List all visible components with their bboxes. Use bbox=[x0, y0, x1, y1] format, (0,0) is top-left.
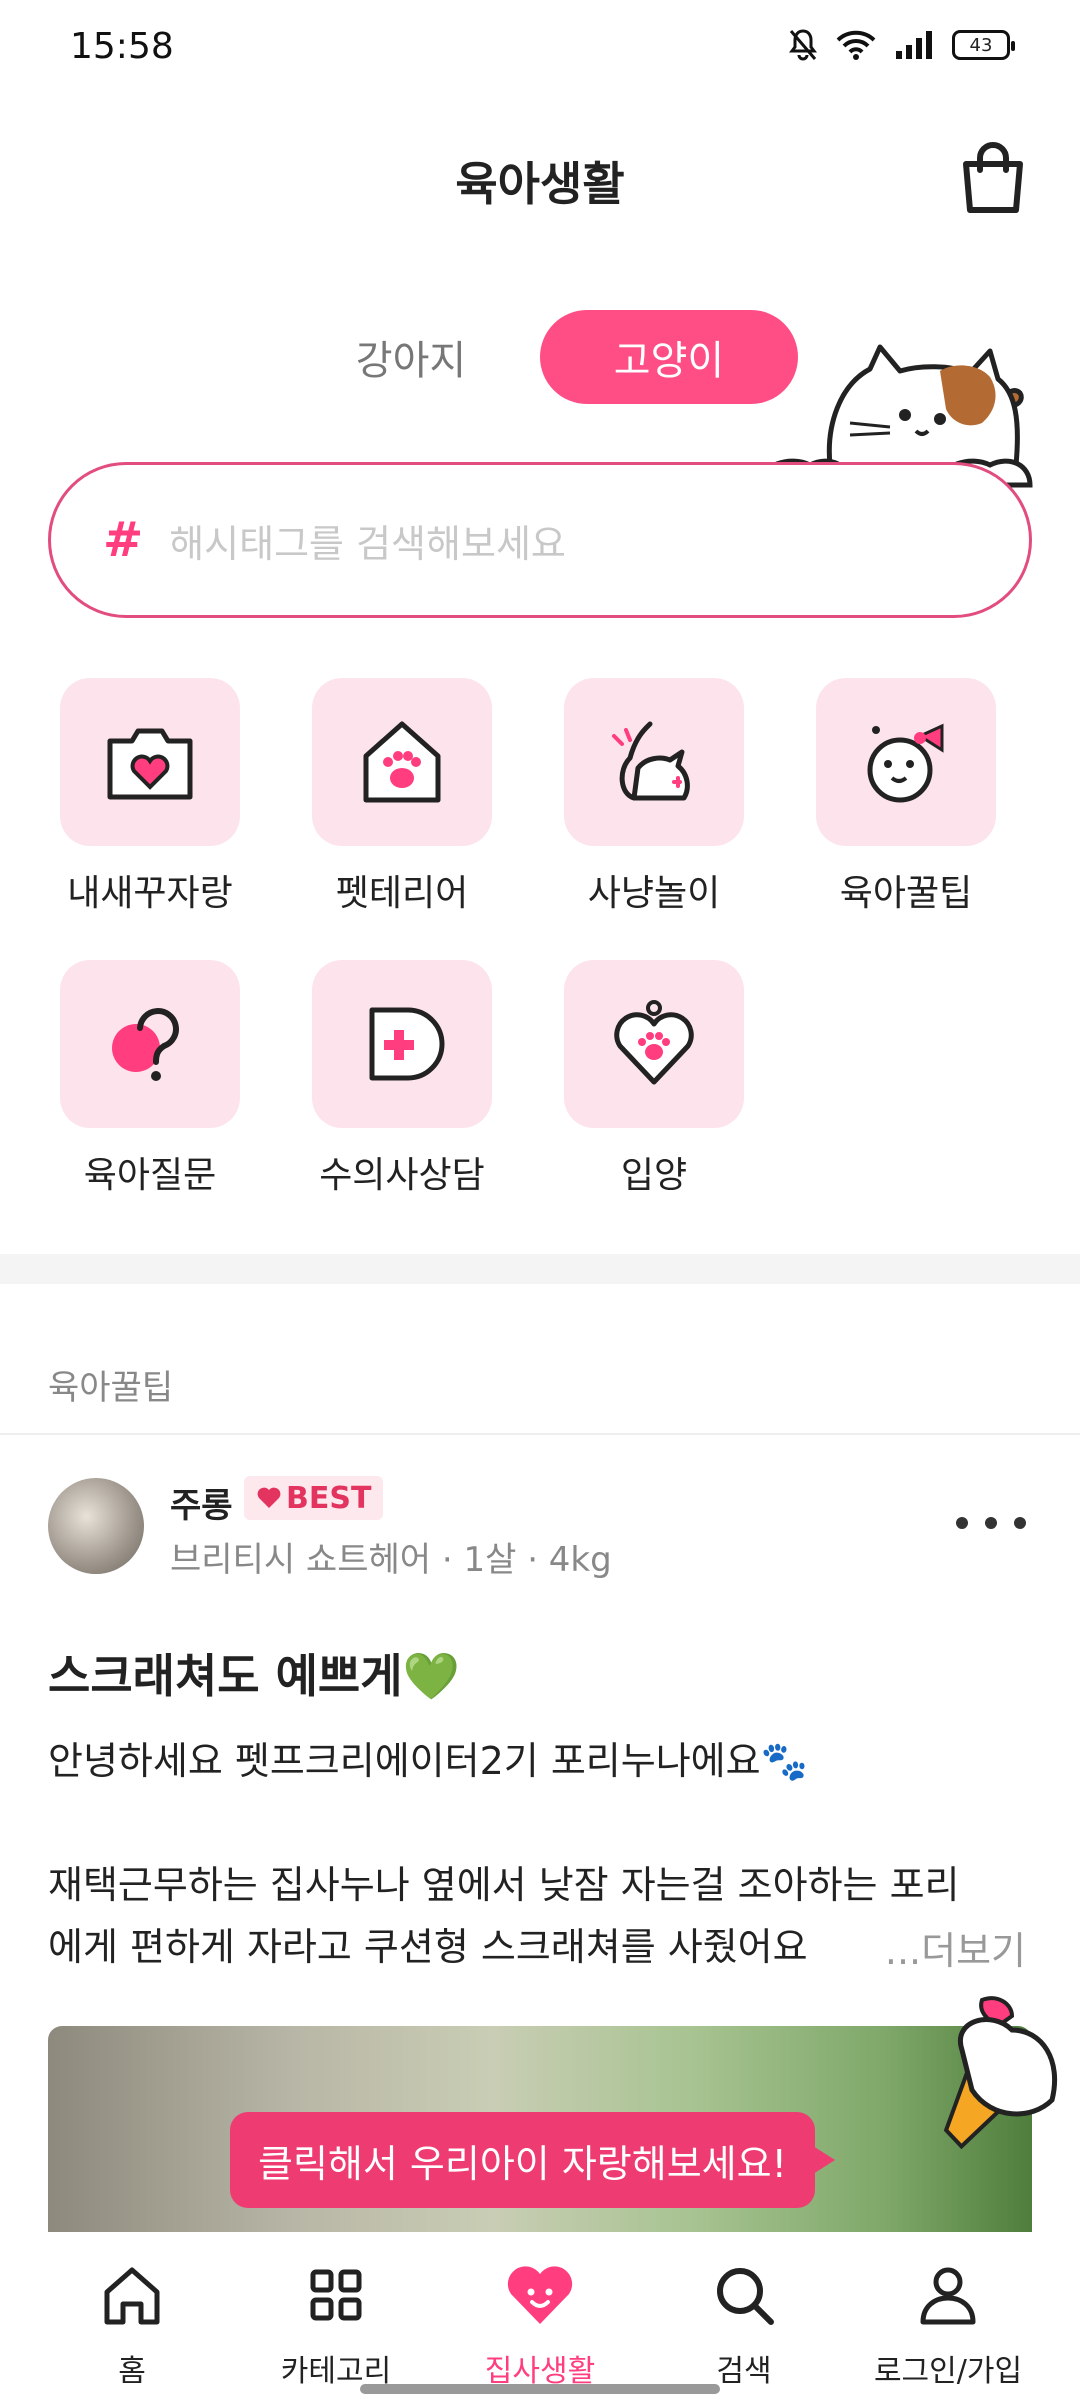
mute-icon bbox=[789, 29, 817, 61]
category-label: 수의사상담 bbox=[319, 1155, 485, 1196]
hashtag-search-input[interactable]: # 해시태그를 검색해보세요 bbox=[48, 462, 1032, 618]
category-tile bbox=[564, 960, 744, 1128]
post-body-line: 재택근무하는 집사누나 옆에서 낮잠 자는걸 조아하는 포리 bbox=[48, 1863, 960, 1907]
nav-search[interactable]: 검색 bbox=[644, 2260, 844, 2390]
category-questions[interactable]: 육아질문 bbox=[40, 960, 260, 1198]
category-label: 육아질문 bbox=[83, 1155, 217, 1196]
home-icon bbox=[104, 2267, 160, 2325]
cart-button[interactable] bbox=[958, 142, 1028, 216]
category-tile bbox=[312, 678, 492, 846]
category-tile bbox=[816, 678, 996, 846]
header: 육아생활 bbox=[0, 130, 1080, 230]
question-icon bbox=[112, 1008, 179, 1081]
paw-pencil-illustration bbox=[943, 1996, 1058, 2150]
category-label: 펫테리어 bbox=[335, 873, 469, 914]
category-label: 내새꾸자랑 bbox=[67, 873, 233, 914]
heart-icon bbox=[257, 1487, 281, 1508]
nav-label: 홈 bbox=[118, 2354, 146, 2389]
status-time: 15:58 bbox=[70, 26, 174, 67]
playing-cat-icon bbox=[612, 721, 690, 801]
hashtag-icon: # bbox=[103, 512, 144, 568]
post-title[interactable]: 스크래쳐도 예쁘게💚 bbox=[48, 1640, 460, 1706]
smiling-face-icon bbox=[867, 723, 944, 803]
category-hunting-play[interactable]: 사냥놀이 bbox=[544, 678, 764, 916]
avatar[interactable] bbox=[48, 1478, 144, 1574]
home-indicator[interactable] bbox=[360, 2384, 720, 2394]
best-badge: BEST bbox=[244, 1476, 384, 1520]
status-bar: 15:58 43 bbox=[0, 0, 1080, 96]
category-pet-interior[interactable]: 펫테리어 bbox=[292, 678, 512, 916]
search-icon bbox=[717, 2268, 774, 2325]
category-label: 육아꿀팁 bbox=[839, 873, 973, 914]
medical-cross-icon bbox=[369, 1007, 445, 1081]
category-adoption[interactable]: 입양 bbox=[544, 960, 764, 1198]
house-paw-icon bbox=[363, 721, 441, 803]
nav-home[interactable]: 홈 bbox=[32, 2260, 232, 2390]
bottom-navigation: 홈 카테고리 집사생활 검색 로그인/가입 bbox=[0, 2232, 1080, 2400]
person-icon bbox=[920, 2267, 976, 2325]
divider-line bbox=[0, 1433, 1080, 1435]
category-label: 사냥놀이 bbox=[587, 873, 721, 914]
signal-icon bbox=[896, 31, 932, 59]
pet-info: 브리티시 쇼트헤어 · 1살 · 4kg bbox=[170, 1540, 612, 1580]
section-divider bbox=[0, 1254, 1080, 1284]
category-vet-consult[interactable]: 수의사상담 bbox=[292, 960, 512, 1198]
nav-pet-life[interactable]: 집사생활 bbox=[440, 2260, 640, 2390]
camera-heart-icon bbox=[107, 728, 193, 800]
status-icons: 43 bbox=[788, 28, 1015, 62]
tab-dog[interactable]: 강아지 bbox=[282, 310, 540, 404]
category-tile bbox=[564, 678, 744, 846]
author-name[interactable]: 주롱 bbox=[170, 1478, 233, 1527]
category-parenting-tips[interactable]: 육아꿀팁 bbox=[796, 678, 1016, 916]
nav-login[interactable]: 로그인/가입 bbox=[848, 2260, 1048, 2390]
shopping-bag-icon bbox=[963, 142, 1023, 213]
heart-face-icon bbox=[507, 2266, 573, 2324]
grid-icon bbox=[310, 2269, 362, 2321]
page-title: 육아생활 bbox=[455, 157, 625, 211]
category-brag[interactable]: 내새꾸자랑 bbox=[40, 678, 260, 916]
battery-indicator: 43 bbox=[952, 30, 1015, 60]
nav-category[interactable]: 카테고리 bbox=[236, 2260, 436, 2390]
badge-label: BEST bbox=[286, 1480, 372, 1516]
section-label: 육아꿀팁 bbox=[48, 1368, 174, 1408]
more-options-button[interactable] bbox=[956, 1508, 1026, 1538]
heart-paw-icon bbox=[614, 1000, 694, 1085]
post-body-line: 안녕하세요 펫프크리에이터2기 포리누나에요🐾 bbox=[48, 1739, 808, 1783]
category-tile bbox=[312, 960, 492, 1128]
category-tile bbox=[60, 960, 240, 1128]
read-more-link[interactable]: ...더보기 bbox=[824, 1920, 1026, 1975]
brag-cta-button[interactable]: 클릭해서 우리아이 자랑해보세요! bbox=[230, 2112, 835, 2208]
category-tile bbox=[60, 678, 240, 846]
category-label: 입양 bbox=[620, 1155, 688, 1196]
nav-label: 로그인/가입 bbox=[873, 2354, 1023, 2389]
search-placeholder: 해시태그를 검색해보세요 bbox=[169, 521, 566, 566]
wifi-icon bbox=[836, 30, 876, 60]
